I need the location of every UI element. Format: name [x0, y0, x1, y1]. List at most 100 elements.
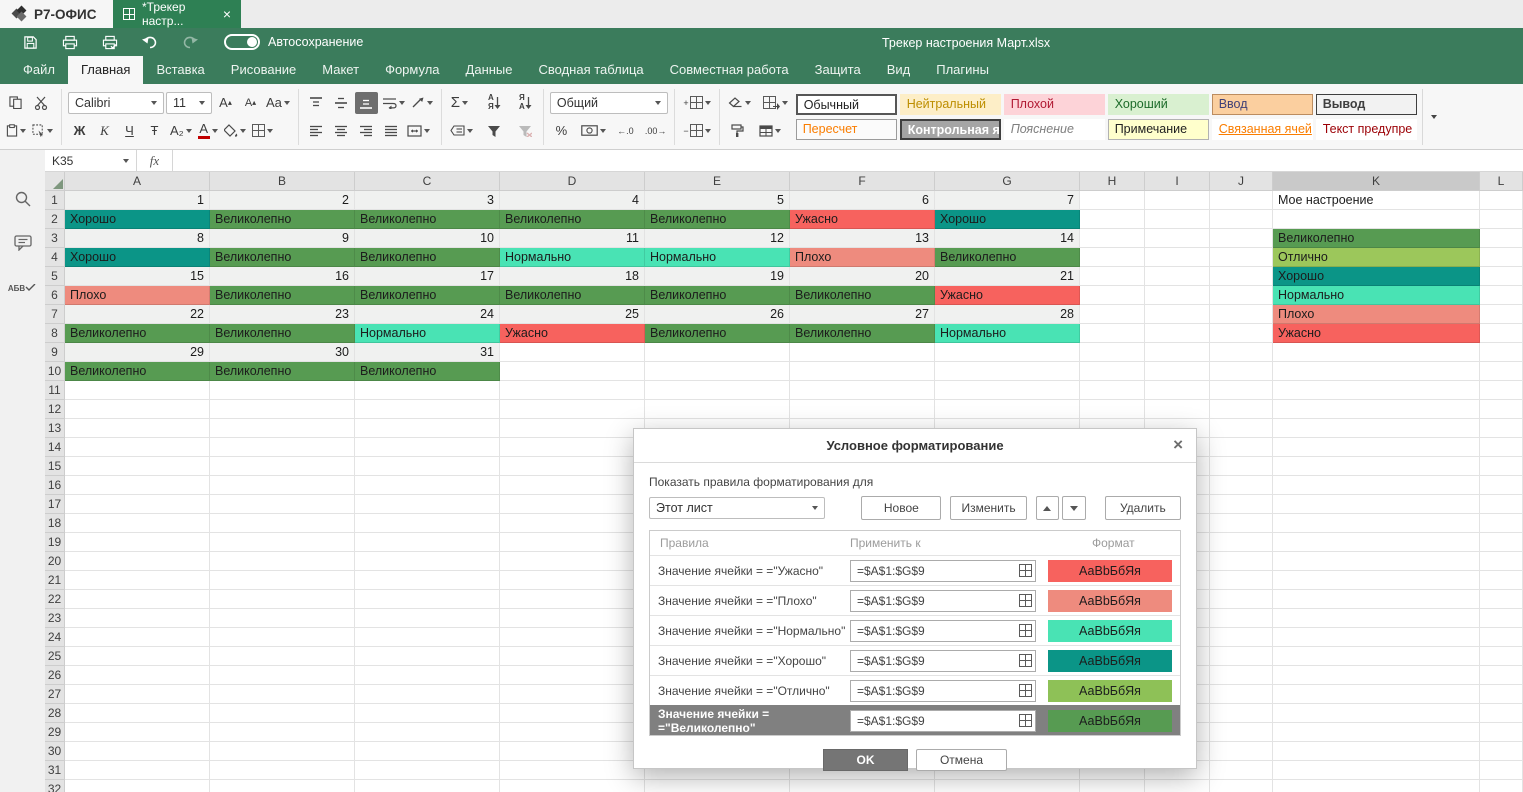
- cell-G6[interactable]: Ужасно: [935, 286, 1080, 305]
- cell-B7[interactable]: 23: [210, 305, 355, 324]
- column-header-K[interactable]: K: [1273, 172, 1480, 191]
- bold-button[interactable]: Ж: [68, 120, 91, 142]
- column-header-H[interactable]: H: [1080, 172, 1145, 191]
- fill-color-button[interactable]: [222, 120, 248, 142]
- cell-D23[interactable]: [500, 609, 645, 628]
- cell-C4[interactable]: Великолепно: [355, 248, 500, 267]
- rule-range-input[interactable]: [850, 590, 1036, 612]
- insert-cells-button[interactable]: +: [681, 92, 712, 114]
- row-header-30[interactable]: 30: [45, 742, 65, 761]
- cancel-button[interactable]: Отмена: [916, 749, 1007, 771]
- rule-range-input[interactable]: [850, 680, 1036, 702]
- cell-style-Примечание[interactable]: Примечание: [1108, 119, 1209, 140]
- cell-J14[interactable]: [1210, 438, 1273, 457]
- cell-D15[interactable]: [500, 457, 645, 476]
- select-range-icon[interactable]: [1019, 654, 1032, 667]
- cell-E4[interactable]: Нормально: [645, 248, 790, 267]
- redo-button[interactable]: [170, 28, 210, 56]
- menu-tab-Плагины[interactable]: Плагины: [923, 56, 1002, 84]
- menu-tab-Совместная работа[interactable]: Совместная работа: [657, 56, 802, 84]
- cell-L8[interactable]: [1480, 324, 1523, 343]
- cell-K20[interactable]: [1273, 552, 1480, 571]
- cell-I2[interactable]: [1145, 210, 1210, 229]
- cell-K2[interactable]: [1273, 210, 1480, 229]
- clear-button[interactable]: [726, 92, 753, 114]
- cell-F4[interactable]: Плохо: [790, 248, 935, 267]
- row-header-14[interactable]: 14: [45, 438, 65, 457]
- format-as-table-button[interactable]: [757, 120, 783, 142]
- cell-A30[interactable]: [65, 742, 210, 761]
- cell-E10[interactable]: [645, 362, 790, 381]
- cell-D12[interactable]: [500, 400, 645, 419]
- rule-range-input[interactable]: [850, 650, 1036, 672]
- cell-B13[interactable]: [210, 419, 355, 438]
- conditional-formatting-button[interactable]: [761, 92, 790, 114]
- column-header-D[interactable]: D: [500, 172, 645, 191]
- cell-style-Обычный[interactable]: Обычный: [796, 94, 897, 115]
- cell-C21[interactable]: [355, 571, 500, 590]
- cell-J27[interactable]: [1210, 685, 1273, 704]
- save-button[interactable]: [10, 28, 50, 56]
- cell-J15[interactable]: [1210, 457, 1273, 476]
- justify-button[interactable]: [380, 120, 403, 142]
- cell-D25[interactable]: [500, 647, 645, 666]
- cell-C14[interactable]: [355, 438, 500, 457]
- cell-L16[interactable]: [1480, 476, 1523, 495]
- borders-button[interactable]: [250, 120, 275, 142]
- menu-tab-Сводная таблица[interactable]: Сводная таблица: [526, 56, 657, 84]
- cell-D4[interactable]: Нормально: [500, 248, 645, 267]
- cell-A18[interactable]: [65, 514, 210, 533]
- cell-J6[interactable]: [1210, 286, 1273, 305]
- undo-button[interactable]: [130, 28, 170, 56]
- cell-I11[interactable]: [1145, 381, 1210, 400]
- cell-C22[interactable]: [355, 590, 500, 609]
- select-range-icon[interactable]: [1019, 714, 1032, 727]
- row-header-22[interactable]: 22: [45, 590, 65, 609]
- cell-I12[interactable]: [1145, 400, 1210, 419]
- move-rule-down-button[interactable]: [1062, 496, 1086, 520]
- cell-E3[interactable]: 12: [645, 229, 790, 248]
- cell-G9[interactable]: [935, 343, 1080, 362]
- delete-rule-button[interactable]: Удалить: [1105, 496, 1181, 520]
- cell-K30[interactable]: [1273, 742, 1480, 761]
- cell-J12[interactable]: [1210, 400, 1273, 419]
- cell-B23[interactable]: [210, 609, 355, 628]
- cell-A14[interactable]: [65, 438, 210, 457]
- cell-C9[interactable]: 31: [355, 343, 500, 362]
- row-header-17[interactable]: 17: [45, 495, 65, 514]
- merge-cells-button[interactable]: [405, 120, 432, 142]
- cell-K4[interactable]: Отлично: [1273, 248, 1480, 267]
- align-right-button[interactable]: [355, 120, 378, 142]
- cell-C25[interactable]: [355, 647, 500, 666]
- gallery-more-button[interactable]: [1422, 89, 1444, 145]
- cell-H11[interactable]: [1080, 381, 1145, 400]
- cell-J24[interactable]: [1210, 628, 1273, 647]
- cell-F6[interactable]: Великолепно: [790, 286, 935, 305]
- select-range-icon[interactable]: [1019, 594, 1032, 607]
- change-case-button[interactable]: Aa: [264, 92, 292, 114]
- cell-D8[interactable]: Ужасно: [500, 324, 645, 343]
- cell-B15[interactable]: [210, 457, 355, 476]
- cell-D6[interactable]: Великолепно: [500, 286, 645, 305]
- cell-B2[interactable]: Великолепно: [210, 210, 355, 229]
- cell-K15[interactable]: [1273, 457, 1480, 476]
- name-box[interactable]: K35: [45, 150, 137, 172]
- cell-style-Контрольная я[interactable]: Контрольная я: [900, 119, 1001, 140]
- cell-L30[interactable]: [1480, 742, 1523, 761]
- number-format-select[interactable]: Общий: [550, 92, 668, 114]
- cell-J8[interactable]: [1210, 324, 1273, 343]
- cell-A16[interactable]: [65, 476, 210, 495]
- row-header-3[interactable]: 3: [45, 229, 65, 248]
- menu-tab-Защита[interactable]: Защита: [802, 56, 874, 84]
- cell-C13[interactable]: [355, 419, 500, 438]
- cell-J1[interactable]: [1210, 191, 1273, 210]
- menu-tab-Данные[interactable]: Данные: [453, 56, 526, 84]
- cell-K16[interactable]: [1273, 476, 1480, 495]
- cell-L6[interactable]: [1480, 286, 1523, 305]
- cell-L10[interactable]: [1480, 362, 1523, 381]
- cell-C15[interactable]: [355, 457, 500, 476]
- cell-D16[interactable]: [500, 476, 645, 495]
- currency-style-button[interactable]: [579, 120, 608, 142]
- cell-C7[interactable]: 24: [355, 305, 500, 324]
- menu-tab-Файл[interactable]: Файл: [10, 56, 68, 84]
